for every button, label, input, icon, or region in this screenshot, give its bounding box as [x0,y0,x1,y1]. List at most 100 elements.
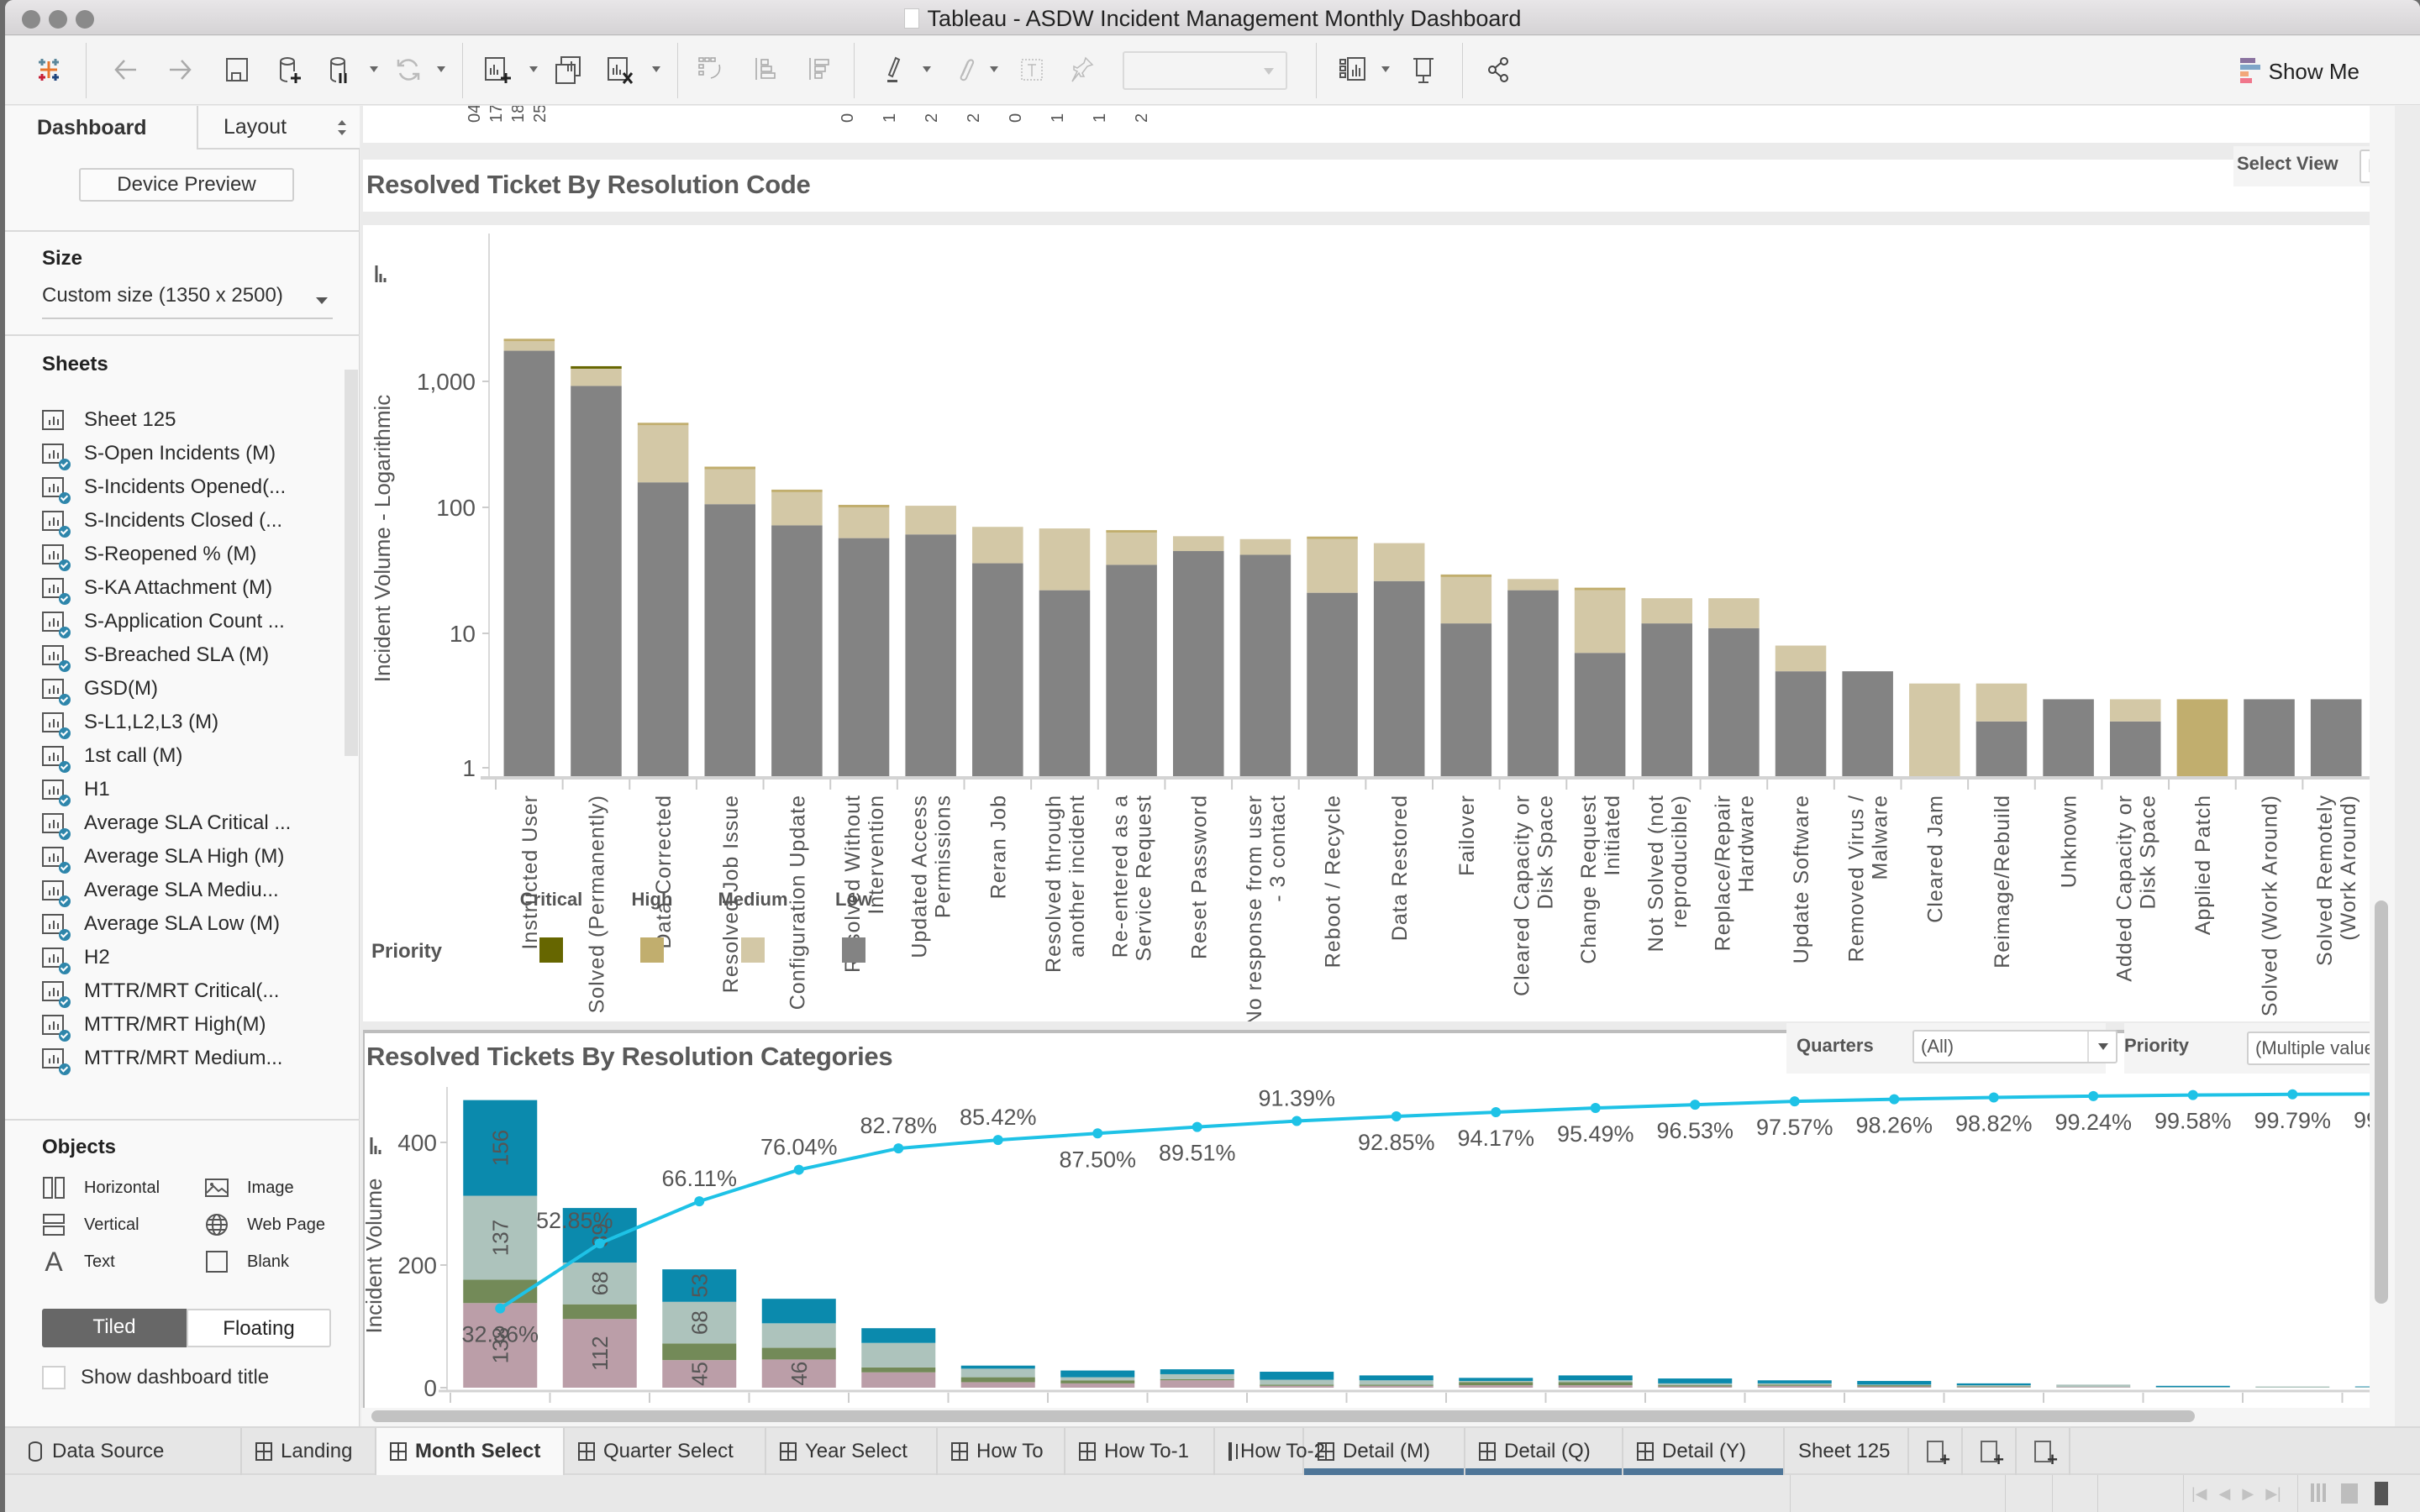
share-icon[interactable] [1482,53,1516,87]
sheet-list-item[interactable]: GSD(M) [42,674,158,706]
sheet-tab[interactable]: How To-2 [1215,1428,1325,1475]
sheet-list-item[interactable]: MTTR/MRT High(M) [42,1010,266,1042]
quarters-dropdown[interactable]: (All) [1912,1030,2118,1063]
new-dashboard-tab-button[interactable]: + [1963,1428,2017,1475]
object-image[interactable]: Image [205,1174,294,1201]
object-vertical[interactable]: Vertical [42,1211,139,1238]
sheet-tab[interactable]: Year Select [766,1428,938,1475]
sheet-list-item[interactable]: S-L1,L2,L3 (M) [42,707,218,739]
sheet-list-item[interactable]: H1 [42,774,110,806]
x-tick-label: Re-entered as a Service Request [1109,795,1156,961]
x-tick-label: Failover [1455,795,1479,876]
sheet-list-item[interactable]: S-Incidents Opened(... [42,472,286,504]
fit-dropdown[interactable] [1123,51,1287,90]
highlight-icon[interactable] [879,53,913,87]
show-cards-icon[interactable] [1336,53,1370,87]
presentation-mode-icon[interactable] [1407,53,1440,87]
dashboard-pane: Dashboard Layout Device Preview Size Cus… [5,106,360,1426]
first-sheet-icon[interactable]: |◀ [2191,1485,2207,1503]
highlight-caret[interactable] [923,66,931,72]
duplicate-sheet-icon[interactable] [551,53,585,87]
floating-toggle[interactable]: Floating [187,1309,331,1347]
sheet-tab[interactable]: Month Select [376,1428,565,1475]
sort-descending-icon[interactable] [803,53,837,87]
bar-segment-medium [1641,598,1693,624]
object-horizontal[interactable]: Horizontal [42,1174,160,1201]
sheet-list-item[interactable]: MTTR/MRT Critical(... [42,976,279,1008]
new-worksheet-tab-button[interactable]: + [1909,1428,1963,1475]
next-sheet-icon[interactable]: ▶ [2242,1485,2254,1503]
object-web-page[interactable]: Web Page [205,1211,325,1238]
sheet-list-item[interactable]: Average SLA Critical ... [42,808,291,840]
scroll-thumb[interactable] [2375,900,2388,1304]
sheet-tab[interactable]: Landing [242,1428,376,1475]
clear-sheet-icon[interactable] [603,53,637,87]
resolution-code-chart: Incident Volume - Logarithmic 1 10 100 1,000… [370,234,2370,1026]
dashboard-vertical-scrollbar[interactable] [2370,106,2395,1408]
pause-updates-icon[interactable] [323,53,356,87]
scroll-thumb[interactable] [371,1410,2195,1422]
tabs-view-icon[interactable] [2341,1483,2358,1504]
sheet-tab[interactable]: Quarter Select [565,1428,766,1475]
object-blank[interactable]: Blank [205,1248,289,1275]
swap-rows-columns-icon[interactable] [694,53,728,87]
new-worksheet-caret[interactable] [529,66,538,72]
label-icon[interactable] [1015,53,1049,87]
tab-layout[interactable]: Layout [197,106,360,150]
clear-sheet-caret[interactable] [652,66,660,72]
show-me-button[interactable]: Show Me [2239,58,2360,85]
tableau-logo-icon[interactable] [32,53,66,87]
last-sheet-icon[interactable]: ▶| [2265,1485,2281,1503]
sheet-list-item[interactable]: H2 [42,942,110,974]
object-text[interactable]: A Text [42,1247,114,1277]
sheet-list-item[interactable]: S-Breached SLA (M) [42,640,269,672]
dashboard-icon [780,1442,797,1461]
save-icon[interactable] [220,53,254,87]
checkbox[interactable] [42,1366,66,1389]
back-icon[interactable] [109,53,143,87]
sheet-list-item[interactable]: Average SLA High (M) [42,842,284,874]
show-dashboard-title-checkbox[interactable]: Show dashboard title [42,1366,269,1389]
sheet-sorter-view-icon[interactable] [2375,1482,2388,1505]
dashboard-horizontal-scrollbar[interactable] [361,1408,2395,1426]
device-preview-button[interactable]: Device Preview [79,168,294,202]
size-dropdown[interactable]: Custom size (1350 x 2500) [42,284,333,319]
new-story-tab-button[interactable]: + [2017,1428,2070,1475]
refresh-dropdown-caret[interactable] [437,66,445,72]
prev-sheet-icon[interactable]: ◀ [2219,1485,2231,1503]
priority-dropdown[interactable]: (Multiple values) [2247,1032,2381,1065]
sort-ascending-icon[interactable] [750,53,783,87]
sheet-tab[interactable]: Data Source [5,1428,242,1475]
sheet-list-item[interactable]: S-Application Count ... [42,606,285,638]
filmstrip-view-icon[interactable] [2311,1483,2326,1502]
sheet-list-item[interactable]: S-Reopened % (M) [42,539,256,571]
sheet-tab[interactable]: Sheet 125 [1785,1428,1909,1475]
sheet-list-item[interactable]: S-Incidents Closed (... [42,506,282,538]
new-datasource-icon[interactable] [272,53,306,87]
refresh-icon[interactable] [392,53,425,87]
sheet-list-item[interactable]: S-Open Incidents (M) [42,438,276,470]
sheet-list-item[interactable]: MTTR/MRT Medium... [42,1043,282,1075]
tiled-toggle[interactable]: Tiled [42,1309,187,1347]
sheet-list-item[interactable]: Average SLA Mediu... [42,875,279,907]
sheet-tab[interactable]: Detail (Y) [1623,1428,1785,1475]
new-worksheet-icon[interactable] [481,53,514,87]
sheet-list-item[interactable]: Sheet 125 [42,405,176,435]
pin-icon[interactable] [1065,53,1099,87]
attachment-caret[interactable] [990,66,998,72]
sheet-list-item[interactable]: Average SLA Low (M) [42,909,280,941]
tab-dashboard[interactable]: Dashboard [5,106,197,150]
show-cards-caret[interactable] [1381,66,1390,72]
bar-segment-low [571,386,622,776]
sheets-scrollbar[interactable] [345,370,358,756]
sheet-tab[interactable]: How To [938,1428,1065,1475]
forward-icon[interactable] [163,53,197,87]
sheet-tab[interactable]: How To-1 [1065,1428,1215,1475]
sheet-tab-label: How To-1 [1104,1440,1189,1462]
pause-dropdown-caret[interactable] [370,66,378,72]
sheet-tab[interactable]: Detail (Q) [1465,1428,1623,1475]
attachment-icon[interactable] [948,53,981,87]
sheet-tab[interactable]: Detail (M) [1304,1428,1465,1475]
sheet-list-item[interactable]: S-KA Attachment (M) [42,573,272,605]
sheet-list-item[interactable]: 1st call (M) [42,741,182,773]
